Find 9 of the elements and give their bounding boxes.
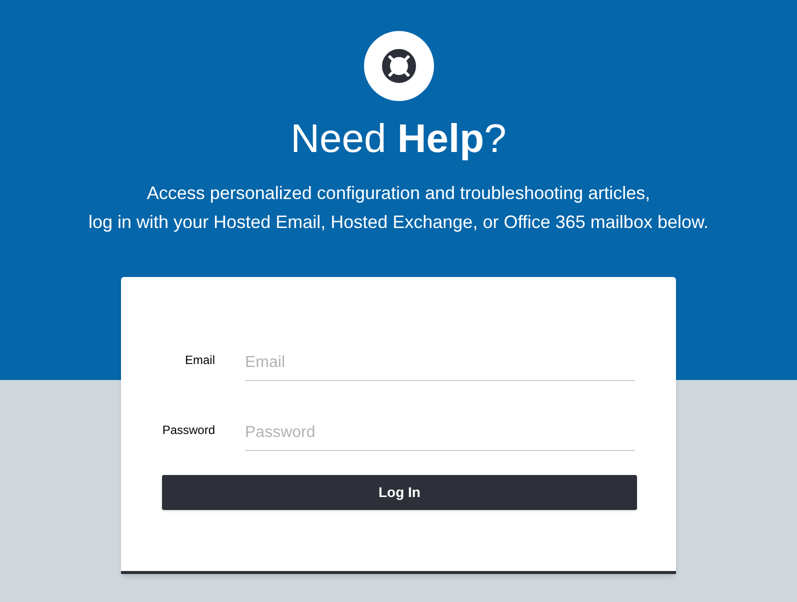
- field-label: Password: [162, 422, 215, 439]
- subtitle-text: log in with your Hosted Email, Hosted Exchange, or Office 365 mailbox below.: [88, 211, 708, 234]
- field-label: Email: [184, 352, 215, 369]
- subtitle-text: Access personalized configuration and troubleshooting articles,: [146, 182, 650, 205]
- lifebuoy-icon: [380, 48, 416, 84]
- page-title: Need Help?: [290, 116, 506, 163]
- input-field[interactable]: Email: [245, 345, 635, 381]
- input-field[interactable]: Password: [245, 415, 635, 451]
- login-button[interactable]: Log In: [162, 475, 637, 510]
